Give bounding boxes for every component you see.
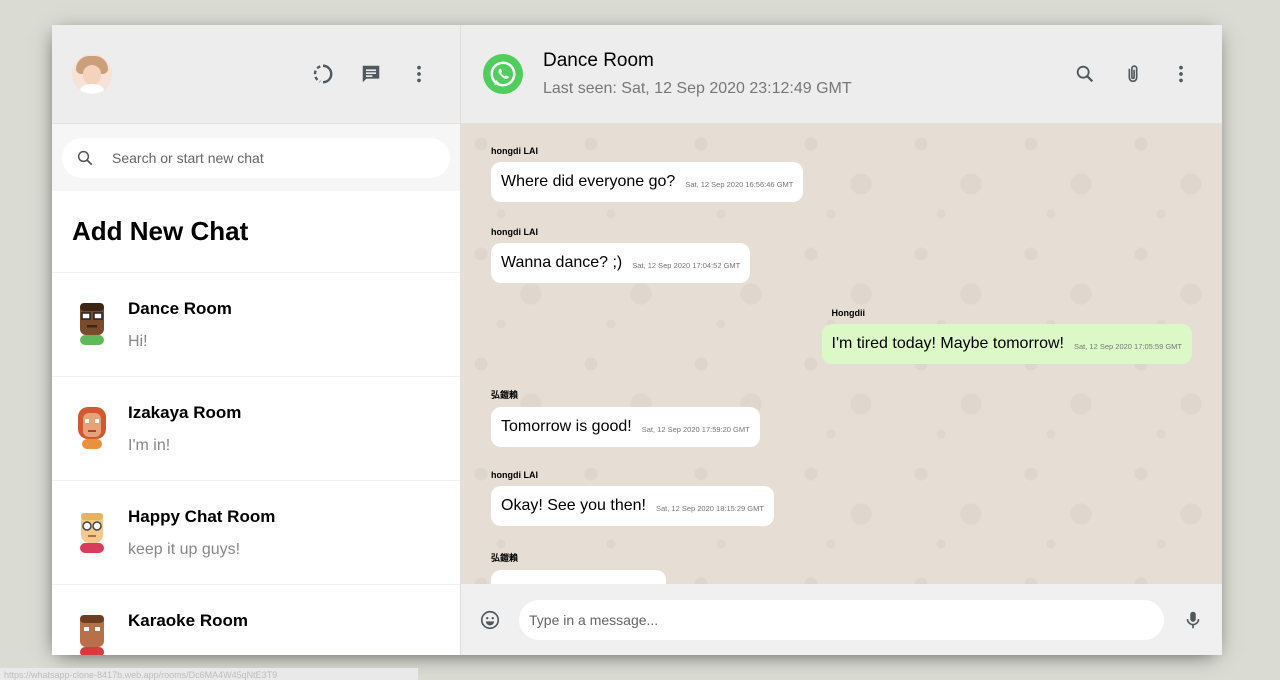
message-time: Sat, 12 Sep 2020 16:56:46 GMT — [685, 180, 794, 189]
message-text: I'm tired today! Maybe tomorrow! — [831, 335, 1064, 352]
chat-last-message: I'm in! — [128, 437, 171, 454]
search-input[interactable] — [112, 149, 436, 166]
message-bubble — [491, 570, 666, 584]
message: 弘鎧賴 — [491, 551, 666, 584]
room-avatar — [72, 403, 112, 449]
chat-header: Dance Room Last seen: Sat, 12 Sep 2020 2… — [461, 25, 1222, 124]
attach-icon[interactable] — [1112, 53, 1154, 95]
sidebar-header — [52, 25, 460, 124]
room-logo[interactable] — [483, 54, 523, 94]
message-sender: hongdi LAI — [491, 227, 538, 237]
chat-last-message: keep it up guys! — [128, 541, 241, 558]
message-input-wrap — [519, 599, 1164, 640]
message-sender: 弘鎧賴 — [491, 390, 519, 400]
search-icon[interactable] — [1064, 53, 1106, 95]
message-sender: Hongdii — [831, 308, 866, 318]
status-icon[interactable] — [302, 53, 344, 95]
chat-item-happy-chat-room[interactable]: Happy Chat Room keep it up guys! — [52, 481, 460, 585]
whatsapp-logo-icon — [490, 61, 516, 87]
message-time: Sat, 12 Sep 2020 17:05:59 GMT — [1074, 342, 1182, 351]
chat-body: hongdi LAI Where did everyone go? Sat, 1… — [461, 124, 1222, 584]
search-icon — [77, 150, 93, 165]
message: hongdi LAI Where did everyone go? Sat, 1… — [491, 146, 804, 202]
status-bar-url: https://whatsapp-clone-8417b.web.app/roo… — [0, 668, 418, 680]
message: hongdi LAI Okay! See you then! Sat, 12 S… — [491, 470, 774, 526]
sidebar: Add New Chat Dance Room Hi! — [52, 25, 461, 655]
message-sender: hongdi LAI — [491, 470, 538, 480]
chat-name: Karaoke Room — [128, 611, 248, 630]
chat-info: Izakaya Room I'm in! — [128, 399, 241, 455]
chat-info: Dance Room Hi! — [128, 295, 232, 351]
message-bubble: Where did everyone go? Sat, 12 Sep 2020 … — [491, 162, 804, 202]
message-outgoing: Hongdii I'm tired today! Maybe tomorrow!… — [821, 308, 1192, 364]
message-text: Where did everyone go? — [501, 173, 676, 190]
message-text: Tomorrow is good! — [501, 418, 632, 435]
emoji-icon[interactable] — [475, 605, 505, 635]
room-name: Dance Room — [543, 50, 654, 71]
message-input[interactable] — [529, 611, 1154, 628]
room-avatar — [72, 299, 112, 345]
chat-name: Dance Room — [128, 299, 232, 318]
chat-header-icons — [1064, 53, 1202, 95]
more-vert-icon[interactable] — [398, 53, 440, 95]
message-bubble: I'm tired today! Maybe tomorrow! Sat, 12… — [821, 324, 1192, 364]
room-info: Dance Room Last seen: Sat, 12 Sep 2020 2… — [543, 50, 1064, 98]
message-bubble: Wanna dance? ;) Sat, 12 Sep 2020 17:04:5… — [491, 243, 751, 283]
message-sender: 弘鎧賴 — [491, 553, 519, 563]
sidebar-search — [52, 124, 460, 191]
mic-icon[interactable] — [1178, 605, 1208, 635]
chat-last-message: Hi! — [128, 333, 148, 350]
message-bubble: Tomorrow is good! Sat, 12 Sep 2020 17:59… — [491, 407, 760, 447]
sidebar-header-icons — [302, 53, 440, 95]
user-avatar[interactable] — [72, 54, 112, 94]
app-window: Add New Chat Dance Room Hi! — [52, 25, 1222, 655]
search-box — [62, 137, 450, 178]
chat-item-izakaya-room[interactable]: Izakaya Room I'm in! — [52, 377, 460, 481]
new-chat-icon[interactable] — [350, 53, 392, 95]
chat-info: Happy Chat Room keep it up guys! — [128, 503, 275, 559]
chat-footer — [461, 584, 1222, 655]
message-sender: hongdi LAI — [491, 146, 538, 156]
message-text: Okay! See you then! — [501, 497, 646, 514]
chat-name: Izakaya Room — [128, 403, 242, 422]
message-time: Sat, 12 Sep 2020 17:04:52 GMT — [632, 261, 741, 270]
message-time: Sat, 12 Sep 2020 17:59:20 GMT — [641, 425, 750, 434]
room-avatar — [72, 611, 112, 655]
chat-item-karaoke-room[interactable]: Karaoke Room — [52, 585, 460, 655]
chat-panel: Dance Room Last seen: Sat, 12 Sep 2020 2… — [461, 25, 1222, 655]
message: hongdi LAI Wanna dance? ;) Sat, 12 Sep 2… — [491, 227, 751, 283]
add-new-chat[interactable]: Add New Chat — [52, 191, 460, 273]
chat-info: Karaoke Room — [128, 607, 248, 645]
last-seen: Last seen: Sat, 12 Sep 2020 23:12:49 GMT — [543, 80, 852, 97]
chat-item-dance-room[interactable]: Dance Room Hi! — [52, 273, 460, 377]
room-avatar — [72, 507, 112, 553]
message: 弘鎧賴 Tomorrow is good! Sat, 12 Sep 2020 1… — [491, 388, 760, 447]
message-bubble: Okay! See you then! Sat, 12 Sep 2020 18:… — [491, 486, 774, 526]
message-text: Wanna dance? ;) — [501, 254, 623, 271]
chat-name: Happy Chat Room — [128, 507, 276, 526]
message-time: Sat, 12 Sep 2020 18:15:29 GMT — [655, 504, 764, 513]
chat-list: Add New Chat Dance Room Hi! Izakaya Room… — [52, 191, 460, 655]
more-vert-icon[interactable] — [1160, 53, 1202, 95]
